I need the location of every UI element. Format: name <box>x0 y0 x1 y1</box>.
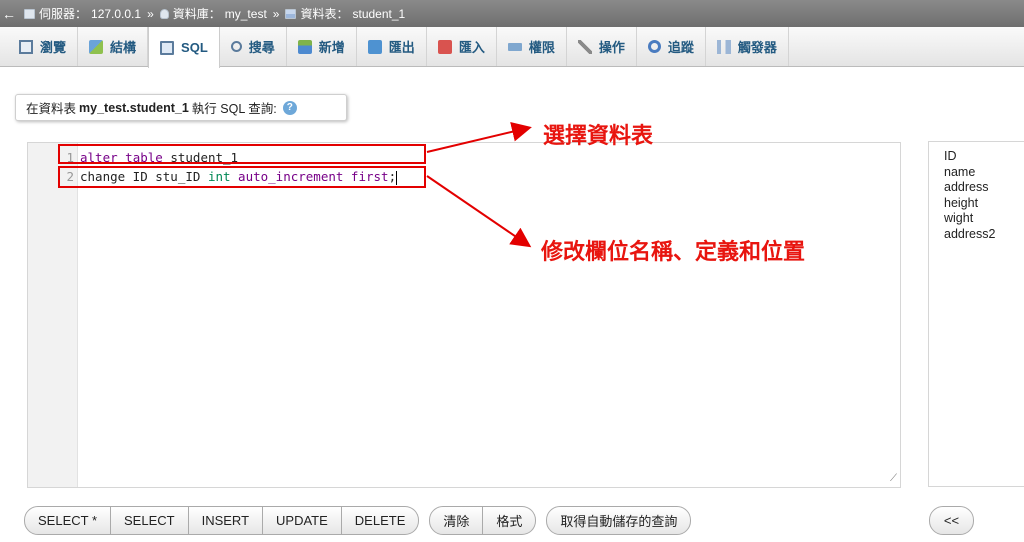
delete-button[interactable]: DELETE <box>341 506 420 535</box>
arrow-to-select-table <box>426 121 532 153</box>
update-button[interactable]: UPDATE <box>263 506 342 535</box>
list-item[interactable]: name <box>944 165 1024 181</box>
select-button[interactable]: SELECT <box>111 506 189 535</box>
select-all-button[interactable]: SELECT * <box>24 506 112 535</box>
query-button-row: SELECT * SELECT INSERT UPDATE DELETE 清除 … <box>24 506 692 535</box>
annotation-modify-column: 修改欄位名稱、定義和位置 <box>541 240 806 265</box>
format-button[interactable]: 格式 <box>483 506 537 535</box>
list-item[interactable]: height <box>944 196 1024 212</box>
arrow-to-modify-column <box>426 175 532 248</box>
insert-column-button[interactable]: << <box>929 506 974 535</box>
clear-button[interactable]: 清除 <box>429 506 484 535</box>
list-item[interactable]: ID <box>944 149 1024 165</box>
list-item[interactable]: wight <box>944 211 1024 227</box>
get-auto-saved-query-button[interactable]: 取得自動儲存的查詢 <box>546 506 692 535</box>
list-item[interactable]: address2 <box>944 227 1024 243</box>
annotation-select-table: 選擇資料表 <box>543 124 654 149</box>
insert-button[interactable]: INSERT <box>188 506 264 535</box>
annotation-arrows <box>426 121 532 248</box>
list-item[interactable]: address <box>944 180 1024 196</box>
column-list[interactable]: ID name address height wight address2 <box>928 141 1024 487</box>
